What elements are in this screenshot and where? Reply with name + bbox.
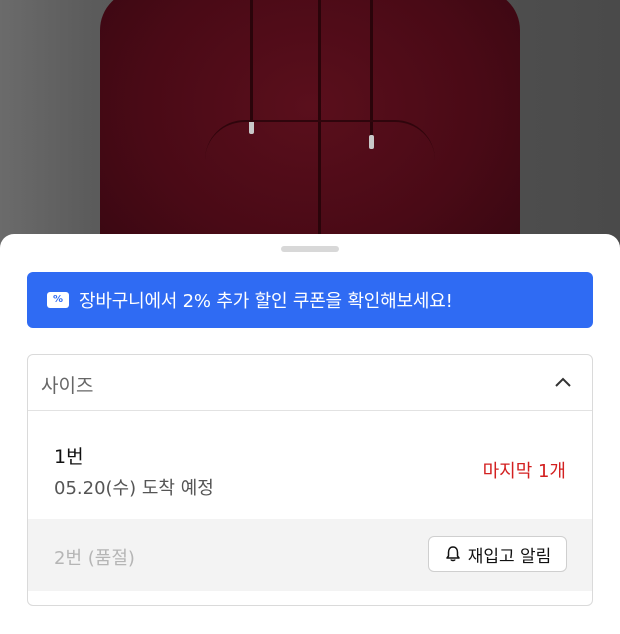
- size-option-name: 2번 (품절): [54, 548, 135, 569]
- kangaroo-pocket: [205, 120, 435, 232]
- hoodie-figure: [100, 0, 520, 260]
- drawcord-left: [250, 0, 253, 130]
- size-option-name: 1번: [54, 446, 84, 468]
- stock-badge: 마지막 1개: [482, 461, 566, 482]
- size-select-header[interactable]: 사이즈: [28, 355, 592, 411]
- delivery-estimate: 05.20(수) 도착 예정: [54, 478, 214, 499]
- option-bottom-sheet: % 장바구니에서 2% 추가 할인 쿠폰을 확인해보세요! 사이즈 1번 05.…: [0, 234, 620, 634]
- sheet-drag-handle[interactable]: [281, 246, 339, 252]
- restock-alert-button[interactable]: 재입고 알림: [428, 536, 567, 572]
- product-image: [0, 0, 620, 260]
- coupon-banner-text: 장바구니에서 2% 추가 할인 쿠폰을 확인해보세요!: [79, 291, 453, 312]
- coupon-percent-icon: %: [47, 292, 69, 308]
- chevron-up-icon: [555, 377, 571, 387]
- coupon-icon-glyph: %: [52, 294, 64, 305]
- size-option-2-soldout: 2번 (품절) 재입고 알림: [28, 519, 592, 591]
- coupon-banner[interactable]: % 장바구니에서 2% 추가 할인 쿠폰을 확인해보세요!: [27, 272, 593, 328]
- size-select: 사이즈 1번 05.20(수) 도착 예정 마지막 1개 2번 (품절) 재입고…: [27, 354, 593, 606]
- bell-icon: [445, 546, 460, 562]
- restock-alert-label: 재입고 알림: [467, 546, 552, 567]
- size-select-label: 사이즈: [41, 375, 94, 397]
- size-option-1[interactable]: 1번 05.20(수) 도착 예정 마지막 1개: [28, 411, 592, 519]
